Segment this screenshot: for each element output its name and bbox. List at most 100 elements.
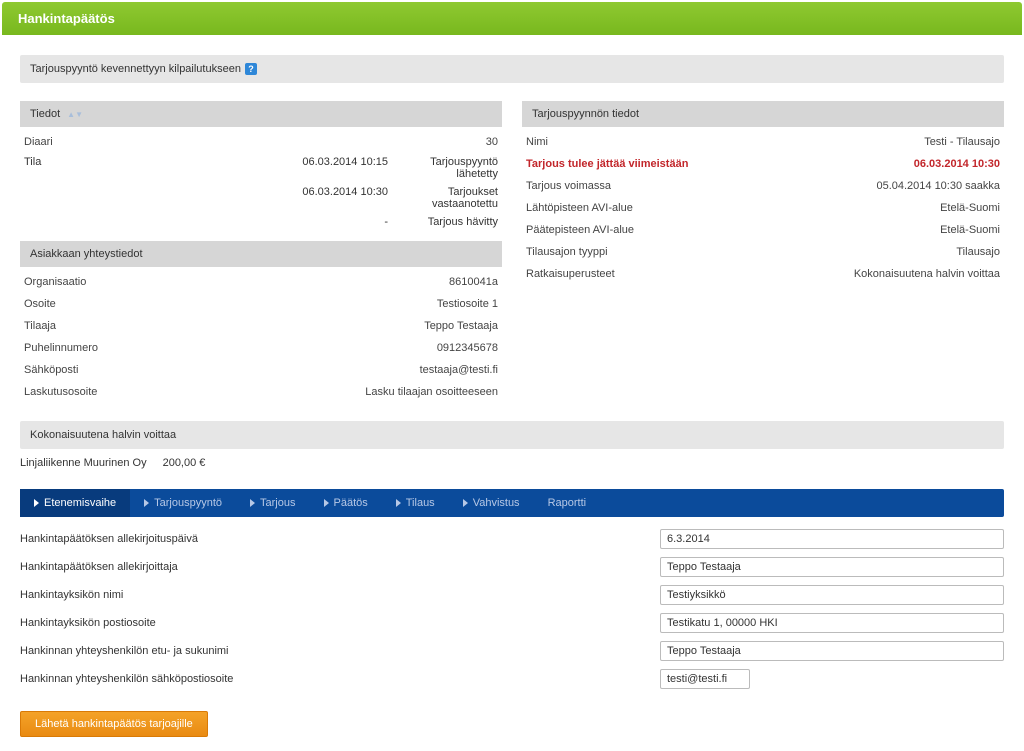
label: Sähköposti [24, 364, 204, 376]
asiakas-title: Asiakkaan yhteystiedot [30, 248, 143, 260]
tarjous-tiedot-header: Tarjouspyynnön tiedot [522, 101, 1004, 127]
row-osoite: Osoite Testiosoite 1 [20, 293, 502, 315]
tila-date: - [144, 216, 398, 228]
signer-input[interactable] [660, 557, 1004, 577]
winner-row: Linjaliikenne Muurinen Oy 200,00 € [2, 449, 1022, 481]
asiakas-header: Asiakkaan yhteystiedot [20, 241, 502, 267]
tila-label: Tila [24, 156, 144, 180]
contact-name-input[interactable] [660, 641, 1004, 661]
chevron-right-icon [324, 499, 329, 507]
label: Hankinnan yhteyshenkilön etu- ja sukunim… [20, 645, 660, 657]
winner-header: Kokonaisuutena halvin voittaa [20, 421, 1004, 449]
row-ratkaisu: Ratkaisuperusteet Kokonaisuutena halvin … [522, 263, 1004, 285]
row-tilaaja: Tilaaja Teppo Testaaja [20, 315, 502, 337]
value: Teppo Testaaja [204, 320, 498, 332]
label: Organisaatio [24, 276, 204, 288]
sort-icon[interactable]: ▲▼ [67, 112, 83, 117]
label: Tarjous voimassa [526, 180, 706, 192]
value: Kokonaisuutena halvin voittaa [706, 268, 1000, 280]
label: Nimi [526, 136, 706, 148]
tab-label: Raportti [548, 497, 587, 509]
tab-tarjouspyynto[interactable]: Tarjouspyyntö [130, 489, 236, 517]
form-area: Hankintapäätöksen allekirjoituspäivä Han… [2, 517, 1022, 707]
row-deadline: Tarjous tulee jättää viimeistään 06.03.2… [522, 153, 1004, 175]
label: Osoite [24, 298, 204, 310]
value: 05.04.2014 10:30 saakka [706, 180, 1000, 192]
send-decision-button[interactable]: Lähetä hankintapäätös tarjoajille [20, 711, 208, 737]
topbar-label: Tarjouspyyntö kevennettyyn kilpailutukse… [30, 63, 241, 75]
chevron-right-icon [34, 499, 39, 507]
label: Ratkaisuperusteet [526, 268, 706, 280]
label: Diaari [24, 136, 204, 148]
tila-line: - Tarjous hävitty [20, 213, 502, 231]
row-lahtopiste: Lähtöpisteen AVI-alue Etelä-Suomi [522, 197, 1004, 219]
form-row-date: Hankintapäätöksen allekirjoituspäivä [20, 529, 1004, 549]
row-org: Organisaatio 8610041a [20, 271, 502, 293]
contact-email-input[interactable] [660, 669, 750, 689]
value: testaaja@testi.fi [204, 364, 498, 376]
row-voimassa: Tarjous voimassa 05.04.2014 10:30 saakka [522, 175, 1004, 197]
row-paatepiste: Päätepisteen AVI-alue Etelä-Suomi [522, 219, 1004, 241]
tab-label: Tarjous [260, 497, 295, 509]
label: Tilaaja [24, 320, 204, 332]
winner-title: Kokonaisuutena halvin voittaa [30, 429, 176, 441]
value: Testiosoite 1 [204, 298, 498, 310]
tiedot-header: Tiedot ▲▼ [20, 101, 502, 127]
sign-date-input[interactable] [660, 529, 1004, 549]
label: Puhelinnumero [24, 342, 204, 354]
label: Hankinnan yhteyshenkilön sähköpostiosoit… [20, 673, 660, 685]
chevron-right-icon [396, 499, 401, 507]
label: Tarjous tulee jättää viimeistään [526, 158, 706, 170]
tila-line: 06.03.2014 10:30 Tarjoukset vastaanotett… [20, 183, 502, 213]
tila-status: Tarjoukset vastaanotettu [398, 186, 498, 210]
value: Tilausajo [706, 246, 1000, 258]
help-icon[interactable]: ? [245, 63, 257, 75]
form-row-signer: Hankintapäätöksen allekirjoittaja [20, 557, 1004, 577]
form-row-person: Hankinnan yhteyshenkilön etu- ja sukunim… [20, 641, 1004, 661]
chevron-right-icon [144, 499, 149, 507]
form-row-addr: Hankintayksikön postiosoite [20, 613, 1004, 633]
tab-label: Tarjouspyyntö [154, 497, 222, 509]
value: Testi - Tilausajo [706, 136, 1000, 148]
tab-etenemisvaihe[interactable]: Etenemisvaihe [20, 489, 130, 517]
tila-date: 06.03.2014 10:30 [144, 186, 398, 210]
tab-tarjous[interactable]: Tarjous [236, 489, 309, 517]
form-row-unit: Hankintayksikön nimi [20, 585, 1004, 605]
tab-label: Päätös [334, 497, 368, 509]
page-title: Hankintapäätös [2, 2, 1022, 35]
tiedot-title: Tiedot [30, 108, 60, 120]
tab-tilaus[interactable]: Tilaus [382, 489, 449, 517]
label: Lähtöpisteen AVI-alue [526, 202, 706, 214]
row-diaari: Diaari 30 [20, 131, 502, 153]
value: Lasku tilaajan osoitteeseen [204, 386, 498, 398]
tab-vahvistus[interactable]: Vahvistus [449, 489, 534, 517]
label: Hankintapäätöksen allekirjoittaja [20, 561, 660, 573]
value: Etelä-Suomi [706, 224, 1000, 236]
section-topbar: Tarjouspyyntö kevennettyyn kilpailutukse… [20, 55, 1004, 83]
value: 30 [204, 136, 498, 148]
row-nimi: Nimi Testi - Tilausajo [522, 131, 1004, 153]
title: Tarjouspyynnön tiedot [532, 108, 639, 120]
row-sahkoposti: Sähköposti testaaja@testi.fi [20, 359, 502, 381]
value: 0912345678 [204, 342, 498, 354]
tab-label: Tilaus [406, 497, 435, 509]
winner-name: Linjaliikenne Muurinen Oy [20, 457, 147, 469]
tab-paatos[interactable]: Päätös [310, 489, 382, 517]
tila-status: Tarjouspyyntö lähetetty [398, 156, 498, 180]
label: Päätepisteen AVI-alue [526, 224, 706, 236]
unit-address-input[interactable] [660, 613, 1004, 633]
label: Hankintayksikön nimi [20, 589, 660, 601]
row-tyyppi: Tilausajon tyyppi Tilausajo [522, 241, 1004, 263]
unit-name-input[interactable] [660, 585, 1004, 605]
tab-bar: Etenemisvaihe Tarjouspyyntö Tarjous Päät… [20, 489, 1004, 517]
label: Hankintayksikön postiosoite [20, 617, 660, 629]
tila-status: Tarjous hävitty [398, 216, 498, 228]
tab-raportti[interactable]: Raportti [534, 489, 601, 517]
label: Tilausajon tyyppi [526, 246, 706, 258]
tila-date: 06.03.2014 10:15 [144, 156, 398, 180]
chevron-right-icon [463, 499, 468, 507]
form-row-email: Hankinnan yhteyshenkilön sähköpostiosoit… [20, 669, 1004, 689]
row-puh: Puhelinnumero 0912345678 [20, 337, 502, 359]
row-lasku: Laskutusosoite Lasku tilaajan osoitteese… [20, 381, 502, 403]
chevron-right-icon [250, 499, 255, 507]
